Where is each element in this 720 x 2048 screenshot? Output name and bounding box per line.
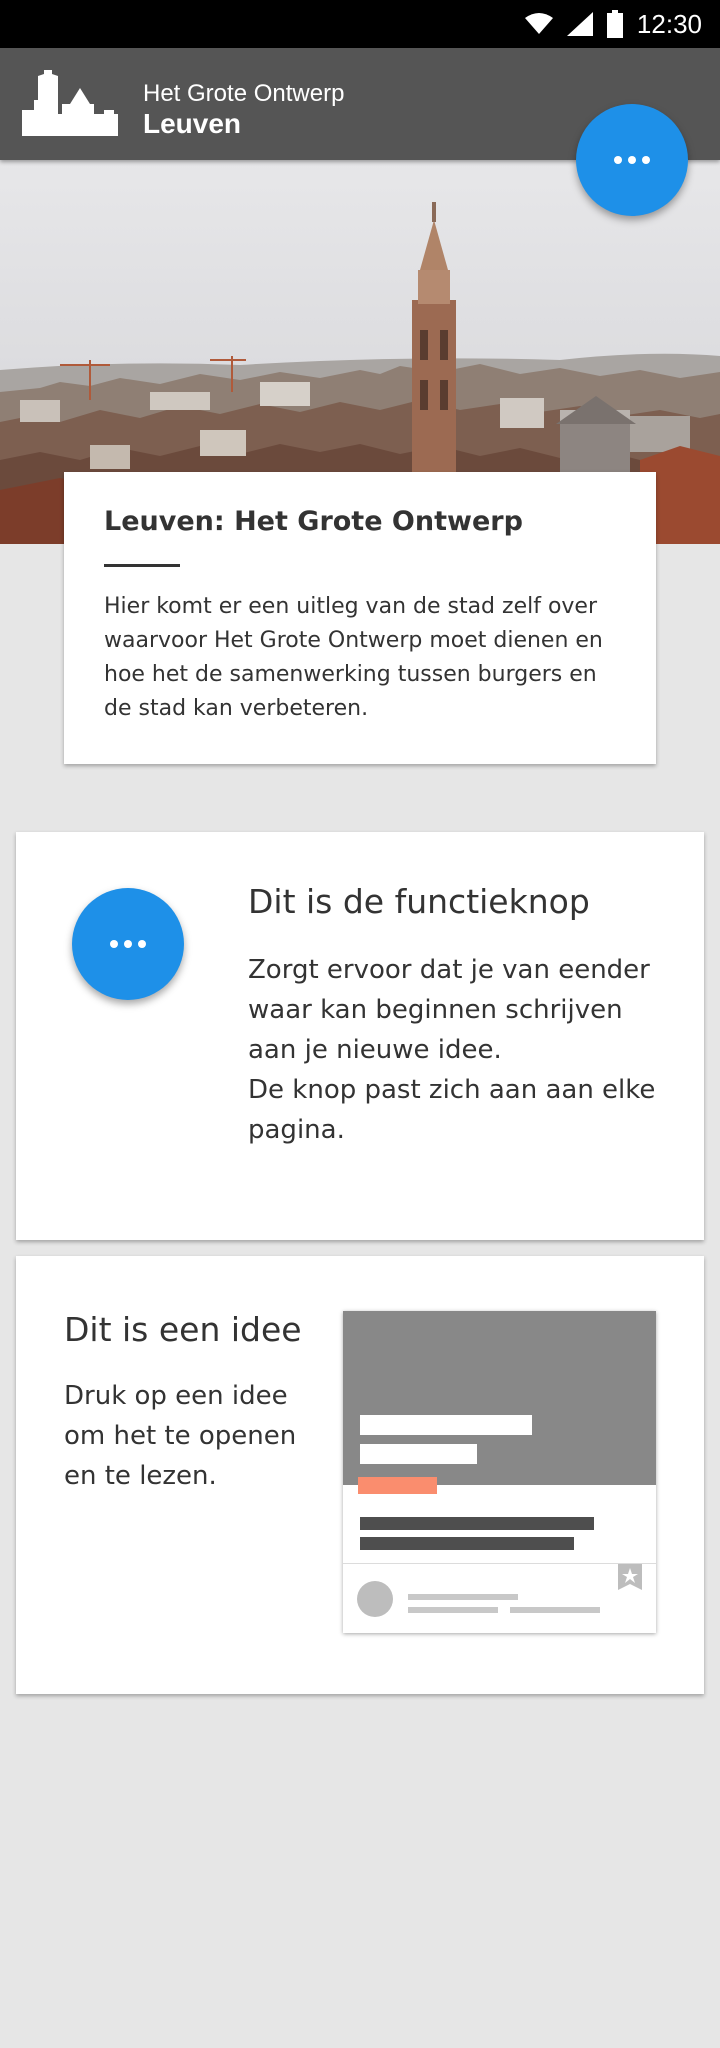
intro-text: Hier komt er een uitleg van de stad zelf… (104, 594, 603, 721)
status-time: 12:30 (636, 8, 702, 39)
bookmark-star-icon (618, 1564, 642, 1590)
more-horizontal-icon (110, 940, 146, 948)
idea-card-text: Druk op een idee om het te openen en te … (64, 1381, 297, 1491)
placeholder-title-bar (360, 1444, 477, 1464)
brand-title: Leuven (143, 108, 242, 139)
signal-icon (566, 12, 593, 36)
placeholder-meta-line (408, 1607, 498, 1613)
function-fab[interactable] (576, 104, 688, 216)
placeholder-text-line (360, 1537, 574, 1550)
idea-card-example (343, 1311, 656, 1633)
avatar-placeholder (357, 1581, 393, 1617)
function-card-title: Dit is de functieknop (248, 882, 590, 921)
placeholder-meta-line (510, 1607, 600, 1613)
placeholder-tag (358, 1477, 437, 1494)
brand-subtitle: Het Grote Ontwerp (143, 80, 345, 107)
function-card-text: Zorgt ervoor dat je van eender waar kan … (248, 950, 678, 1150)
divider (343, 1563, 656, 1564)
function-card-text-line2: De knop past zich aan aan elke pagina. (248, 1075, 656, 1145)
function-explanation-card: Dit is de functieknop Zorgt ervoor dat j… (16, 832, 704, 1240)
status-bar: 12:30 (0, 0, 720, 48)
battery-icon (606, 10, 623, 38)
wifi-icon (524, 13, 553, 34)
intro-card: Leuven: Het Grote Ontwerp Hier komt er e… (64, 472, 656, 764)
placeholder-meta-line (408, 1594, 518, 1600)
function-card-text-line1: Zorgt ervoor dat je van eender waar kan … (248, 955, 650, 1065)
placeholder-text-line (360, 1517, 594, 1530)
city-skyline-logo[interactable] (22, 70, 118, 136)
title-divider (104, 564, 180, 567)
idea-card-title: Dit is een idee (64, 1310, 302, 1349)
placeholder-title-bar (360, 1415, 532, 1435)
status-icons: 12:30 (524, 0, 702, 48)
function-fab-example (72, 888, 184, 1000)
more-horizontal-icon (614, 156, 650, 164)
idea-explanation-card: Dit is een idee Druk op een idee om het … (16, 1256, 704, 1694)
intro-title: Leuven: Het Grote Ontwerp (104, 506, 523, 537)
